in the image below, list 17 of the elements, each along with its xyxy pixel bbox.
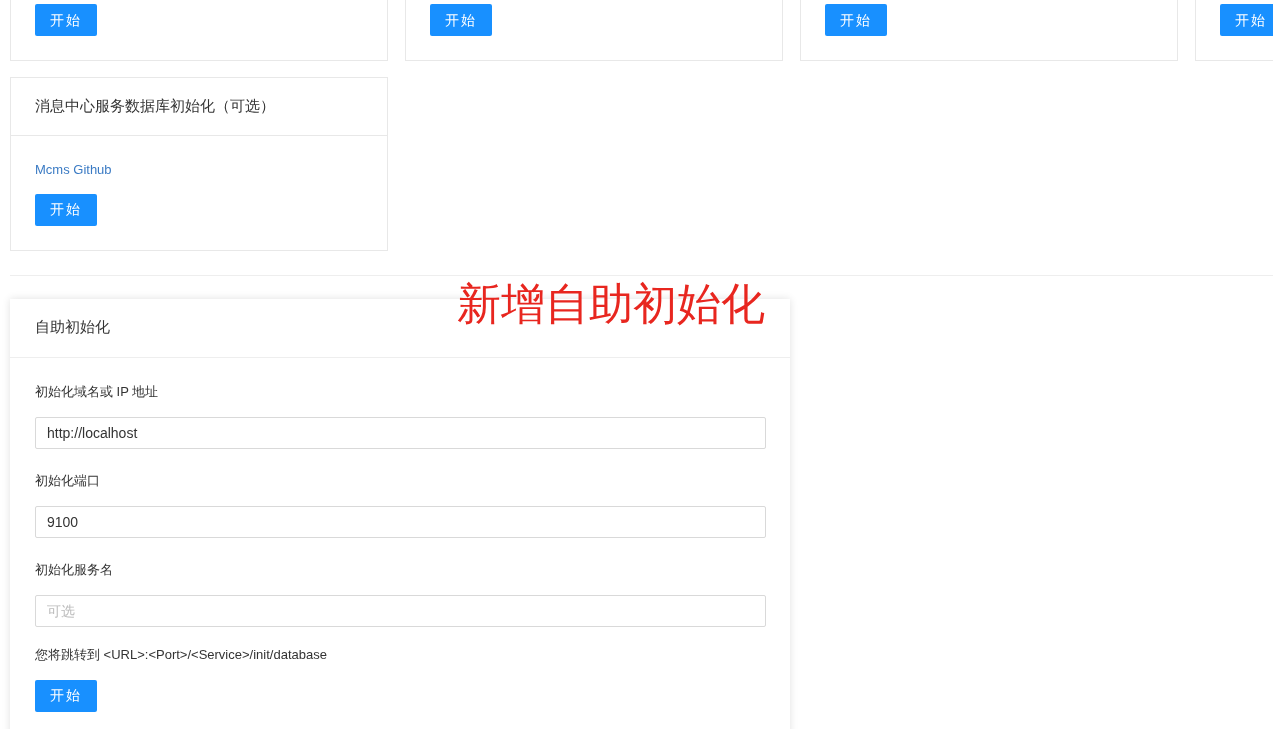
field-label: 初始化服务名: [35, 560, 114, 579]
annotation: 新增自助初始化: [457, 278, 765, 330]
start-button[interactable]: 开始: [35, 193, 97, 226]
github-link[interactable]: Mcms Github: [35, 160, 112, 180]
start-button[interactable]: 开始: [825, 4, 887, 36]
input-field[interactable]: 9100: [35, 505, 766, 538]
field-label: 初始化域名或 IP 地址: [35, 382, 160, 401]
input-field[interactable]: http://localhost: [35, 416, 766, 449]
start-button[interactable]: 开始: [1220, 4, 1273, 36]
start-button[interactable]: 开始: [430, 4, 492, 36]
start-button[interactable]: 开始: [35, 679, 97, 712]
field-label: 初始化端口: [35, 471, 101, 490]
redirect-hint: 您将跳转到 <URL>:<Port>/<Service>/init/database: [35, 645, 327, 664]
input-field[interactable]: 可选: [35, 594, 766, 627]
card-title: 消息中心服务数据库初始化（可选）: [35, 96, 275, 117]
card-title: 自助初始化: [35, 317, 110, 338]
start-button[interactable]: 开始: [35, 4, 97, 36]
